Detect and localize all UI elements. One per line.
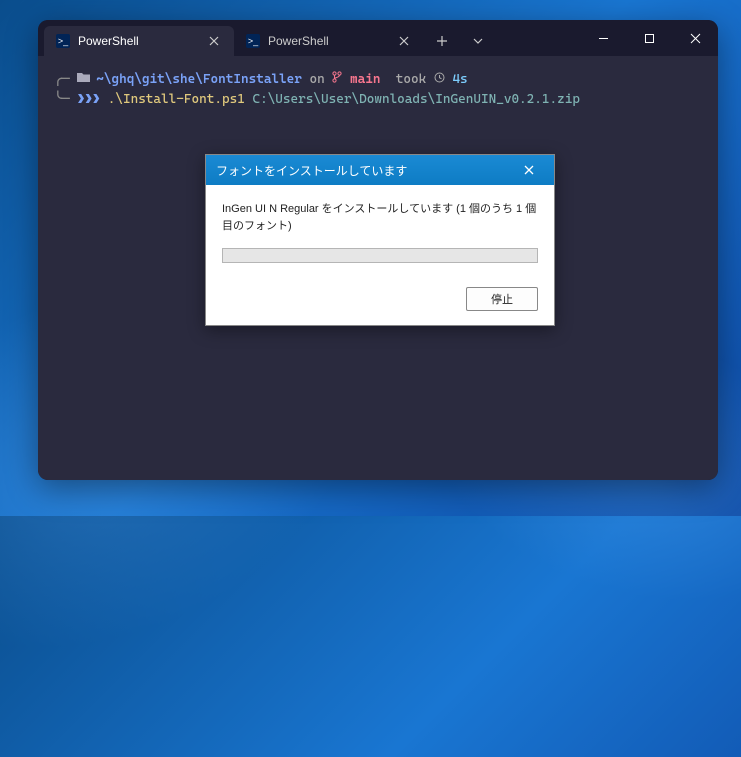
command-script: .\Install-Font.ps1: [108, 90, 245, 110]
prompt-duration: 4s: [452, 70, 467, 90]
dialog-titlebar[interactable]: フォントをインストールしています: [206, 155, 554, 185]
branch-icon: [332, 70, 342, 90]
dialog-body: InGen UI N Regular をインストールしています (1 個のうち …: [206, 185, 554, 325]
prompt-frame-icon: ╰─: [54, 90, 69, 110]
tab-strip: >_ PowerShell >_ PowerShell: [38, 20, 580, 56]
prompt-branch: main: [350, 70, 380, 90]
dialog-close-button[interactable]: [514, 159, 544, 181]
close-button[interactable]: [672, 20, 718, 56]
powershell-icon: >_: [56, 34, 70, 48]
tab-label: PowerShell: [268, 34, 329, 48]
tab-label: PowerShell: [78, 34, 139, 48]
new-tab-button[interactable]: [424, 26, 460, 56]
prompt-on: on: [310, 70, 325, 90]
maximize-button[interactable]: [626, 20, 672, 56]
stop-button[interactable]: 停止: [466, 287, 538, 311]
install-dialog: フォントをインストールしています InGen UI N Regular をインス…: [205, 154, 555, 326]
prompt-frame-icon: ╭─: [54, 70, 69, 90]
powershell-icon: >_: [246, 34, 260, 48]
folder-icon: [77, 70, 90, 90]
minimize-button[interactable]: [580, 20, 626, 56]
dialog-title: フォントをインストールしています: [216, 162, 407, 179]
prompt-path: ~\ghq\git\she\FontInstaller: [96, 70, 302, 90]
close-icon[interactable]: [206, 33, 222, 49]
close-icon[interactable]: [396, 33, 412, 49]
prompt-took: took: [396, 70, 426, 90]
dialog-message: InGen UI N Regular をインストールしています (1 個のうち …: [222, 201, 538, 234]
tab-powershell-1[interactable]: >_ PowerShell: [44, 26, 234, 56]
tab-dropdown-button[interactable]: [460, 26, 496, 56]
command-line: ╰─ ❯❯❯ .\Install-Font.ps1 C:\Users\User\…: [54, 90, 702, 110]
titlebar: >_ PowerShell >_ PowerShell: [38, 20, 718, 56]
prompt-arrows: ❯❯❯: [77, 90, 100, 110]
tab-powershell-2[interactable]: >_ PowerShell: [234, 26, 424, 56]
progress-bar: [222, 248, 538, 263]
clock-icon: [434, 70, 445, 90]
command-arg: C:\Users\User\Downloads\InGenUIN_v0.2.1.…: [252, 90, 580, 110]
window-controls: [580, 20, 718, 56]
prompt-status-line: ╭─ ~\ghq\git\she\FontInstaller on main t…: [54, 70, 702, 90]
